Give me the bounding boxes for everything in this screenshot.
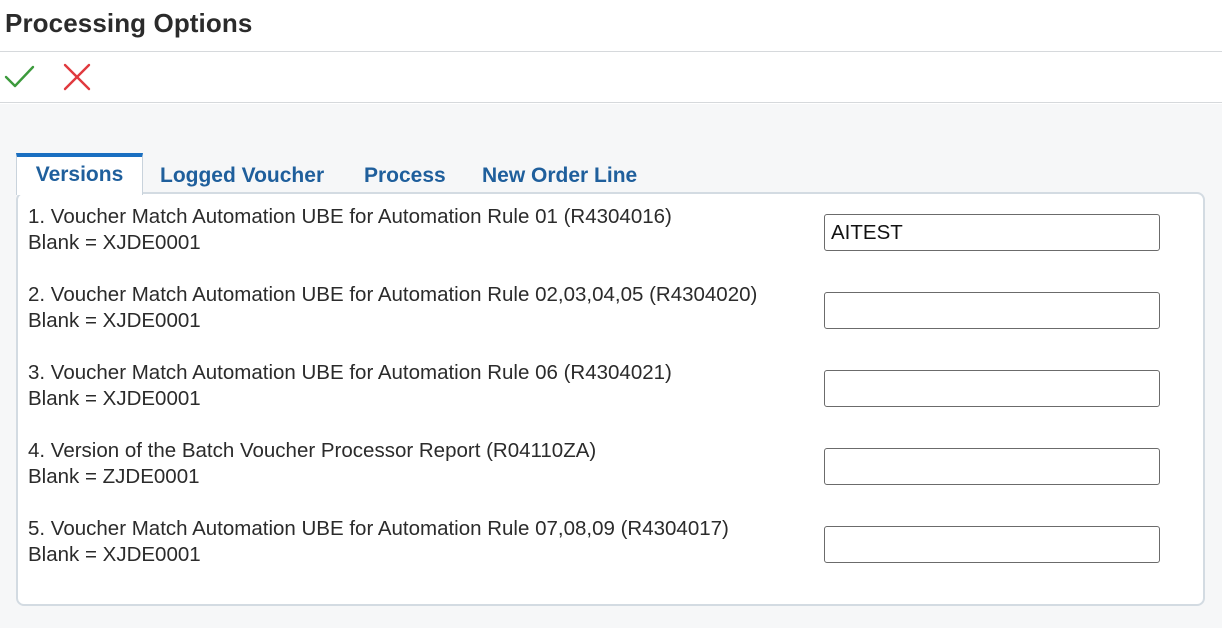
option-description: 3. Voucher Match Automation UBE for Auto… xyxy=(28,361,672,384)
option-default: Blank = ZJDE0001 xyxy=(28,465,200,488)
checkmark-icon xyxy=(4,65,35,88)
version-input-3[interactable] xyxy=(824,370,1160,407)
option-row: 4. Version of the Batch Voucher Processo… xyxy=(28,438,1188,494)
close-icon xyxy=(63,63,91,91)
option-description: 5. Voucher Match Automation UBE for Auto… xyxy=(28,517,729,540)
cancel-button[interactable] xyxy=(60,62,94,92)
option-description: 2. Voucher Match Automation UBE for Auto… xyxy=(28,283,758,306)
option-description: 1. Voucher Match Automation UBE for Auto… xyxy=(28,205,672,228)
tab-versions[interactable]: Versions xyxy=(16,153,143,195)
option-label: 3. Voucher Match Automation UBE for Auto… xyxy=(28,360,818,412)
content-area: Versions Logged Voucher Process New Orde… xyxy=(0,104,1222,628)
version-input-2[interactable] xyxy=(824,292,1160,329)
option-default: Blank = XJDE0001 xyxy=(28,309,201,332)
toolbar xyxy=(0,52,1222,103)
processing-options-page: Processing Options Versions Logged Vouch… xyxy=(0,0,1222,628)
version-input-4[interactable] xyxy=(824,448,1160,485)
option-row: 1. Voucher Match Automation UBE for Auto… xyxy=(28,204,1188,260)
versions-panel: 1. Voucher Match Automation UBE for Auto… xyxy=(16,192,1205,606)
version-input-1[interactable] xyxy=(824,214,1160,251)
option-label: 4. Version of the Batch Voucher Processo… xyxy=(28,438,818,490)
option-label: 2. Voucher Match Automation UBE for Auto… xyxy=(28,282,818,334)
option-row: 3. Voucher Match Automation UBE for Auto… xyxy=(28,360,1188,416)
option-row: 5. Voucher Match Automation UBE for Auto… xyxy=(28,516,1188,572)
option-label: 1. Voucher Match Automation UBE for Auto… xyxy=(28,204,818,256)
header-bar: Processing Options xyxy=(0,0,1222,52)
option-default: Blank = XJDE0001 xyxy=(28,387,201,410)
option-default: Blank = XJDE0001 xyxy=(28,231,201,254)
page-title: Processing Options xyxy=(5,8,253,38)
option-description: 4. Version of the Batch Voucher Processo… xyxy=(28,439,597,462)
option-row: 2. Voucher Match Automation UBE for Auto… xyxy=(28,282,1188,338)
option-default: Blank = XJDE0001 xyxy=(28,543,201,566)
version-input-5[interactable] xyxy=(824,526,1160,563)
ok-button[interactable] xyxy=(2,62,36,92)
option-label: 5. Voucher Match Automation UBE for Auto… xyxy=(28,516,818,568)
